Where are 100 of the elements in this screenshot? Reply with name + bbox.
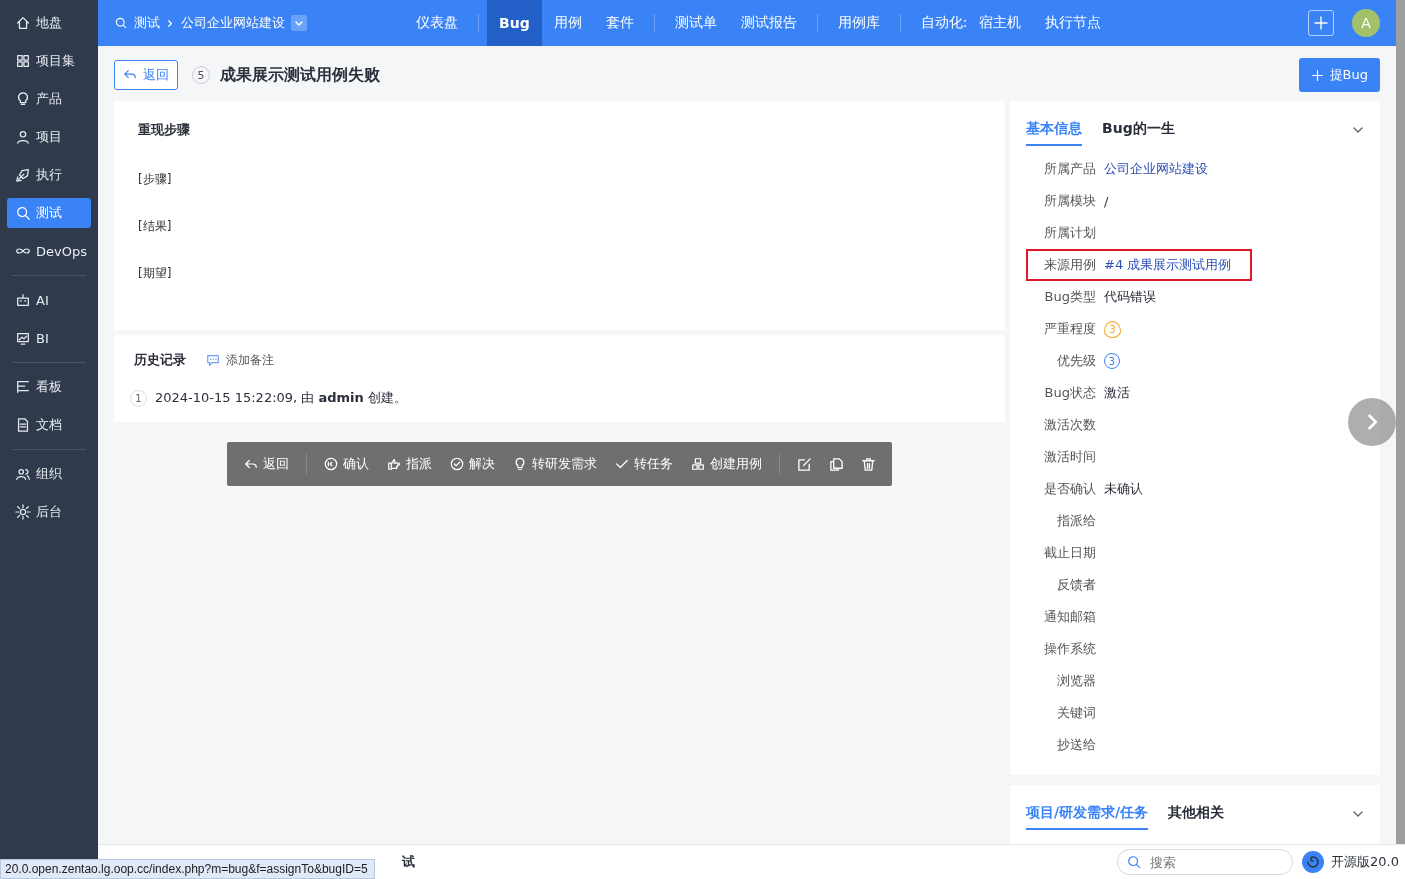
report-bug-button[interactable]: 提Bug bbox=[1298, 58, 1380, 92]
field-label: 来源用例 bbox=[1043, 256, 1096, 274]
nav-tab[interactable]: 用例库 bbox=[825, 0, 892, 46]
toolbar-button[interactable]: 返回 bbox=[237, 449, 296, 479]
nav-tab[interactable]: 仪表盘 bbox=[404, 0, 470, 46]
trash-icon bbox=[860, 456, 876, 472]
field-label: 所属模块 bbox=[1043, 192, 1096, 210]
home-icon bbox=[15, 15, 31, 31]
chart-icon bbox=[15, 330, 31, 346]
sidebar-item[interactable]: 地盘 bbox=[7, 8, 91, 38]
section-heading: 重现步骤 bbox=[138, 121, 191, 139]
nav-tab[interactable]: 用例 bbox=[541, 0, 594, 46]
field-label: 激活次数 bbox=[1043, 416, 1096, 434]
field-label: 截止日期 bbox=[1043, 544, 1096, 562]
panel-tab[interactable]: Bug的一生 bbox=[1102, 114, 1175, 146]
sidebar-item[interactable]: 后台 bbox=[7, 497, 91, 527]
panel-tab[interactable]: 其他相关 bbox=[1168, 798, 1225, 830]
edit-icon bbox=[796, 456, 812, 472]
step-label: [步骤] bbox=[138, 171, 173, 188]
field-label: 优先级 bbox=[1056, 352, 1096, 370]
toolbar-button[interactable]: 创建用例 bbox=[684, 449, 769, 479]
nav-tab[interactable]: 测试单 bbox=[662, 0, 729, 46]
plus-icon bbox=[1313, 15, 1329, 31]
sidebar-item[interactable]: 产品 bbox=[7, 84, 91, 114]
sidebar-item[interactable]: 看板 bbox=[7, 372, 91, 402]
field-label: 严重程度 bbox=[1043, 320, 1096, 338]
nav-tab[interactable]: 宿主机 bbox=[967, 0, 1034, 46]
field-label: 所属产品 bbox=[1043, 160, 1096, 178]
field-label: 浏览器 bbox=[1056, 672, 1096, 690]
field-link[interactable]: 公司企业网站建设 bbox=[1104, 160, 1208, 178]
back-button[interactable]: 返回 bbox=[114, 60, 178, 90]
field-label: 抄送给 bbox=[1056, 736, 1096, 754]
sidebar-item[interactable]: 测试 bbox=[7, 198, 91, 228]
field-value: 激活 bbox=[1104, 384, 1130, 402]
sidebar-item[interactable]: 项目 bbox=[7, 122, 91, 152]
gear-icon bbox=[15, 504, 31, 520]
search-icon bbox=[114, 16, 128, 30]
sidebar-item[interactable]: BI bbox=[7, 323, 91, 353]
search-icon bbox=[15, 205, 31, 221]
add-note-link[interactable]: 添加备注 bbox=[206, 351, 274, 369]
step-label: [期望] bbox=[138, 265, 173, 282]
panel-tab[interactable]: 项目/研发需求/任务 bbox=[1026, 798, 1149, 830]
field-value: / bbox=[1104, 193, 1109, 209]
sidebar-item[interactable]: 项目集 bbox=[7, 46, 91, 76]
field-label: 关键词 bbox=[1056, 704, 1096, 722]
sidebar-item[interactable]: DevOps bbox=[7, 236, 91, 266]
robot-icon bbox=[15, 292, 31, 308]
status-url-tooltip: 20.0.open.zentao.lg.oop.cc/index.php?m=bug&f=assignTo&bugID=5 bbox=[0, 859, 375, 879]
breadcrumb-link[interactable]: 测试 bbox=[134, 14, 160, 32]
field-label: 反馈者 bbox=[1056, 576, 1096, 594]
nav-label: 自动化: bbox=[919, 14, 968, 32]
field-value: 代码错误 bbox=[1104, 288, 1156, 306]
field-label: 操作系统 bbox=[1043, 640, 1096, 658]
field-label: 指派给 bbox=[1056, 512, 1096, 530]
field-label: 所属计划 bbox=[1043, 224, 1096, 242]
sidebar-item[interactable]: AI bbox=[7, 285, 91, 315]
person-icon bbox=[15, 129, 31, 145]
nav-tab[interactable]: Bug bbox=[487, 0, 542, 46]
history-entry: 2024-10-15 15:22:09, 由 admin 创建。 bbox=[155, 389, 407, 407]
nav-tab[interactable]: 测试报告 bbox=[728, 0, 809, 46]
step-label: [结果] bbox=[138, 218, 173, 235]
field-value: 未确认 bbox=[1104, 480, 1143, 498]
pointing-hand-icon bbox=[387, 457, 401, 471]
field-label: 通知邮箱 bbox=[1043, 608, 1096, 626]
toolbar-button[interactable]: 解决 bbox=[443, 449, 502, 479]
sidebar-item[interactable]: 文档 bbox=[7, 410, 91, 440]
plus-icon bbox=[1310, 68, 1324, 82]
comment-icon bbox=[206, 353, 220, 367]
nav-tab[interactable]: 套件 bbox=[593, 0, 646, 46]
search-icon bbox=[1127, 855, 1142, 869]
grid-icon bbox=[691, 457, 705, 471]
breadcrumb-item[interactable]: 试 bbox=[402, 853, 415, 871]
add-button[interactable] bbox=[1308, 10, 1334, 36]
board-icon bbox=[15, 379, 31, 395]
toolbar-button[interactable]: 指派 bbox=[380, 449, 439, 479]
sidebar-item[interactable]: 组织 bbox=[7, 459, 91, 489]
scrollbar[interactable] bbox=[1396, 0, 1405, 844]
chevron-right-icon bbox=[166, 18, 175, 28]
field-label: 是否确认 bbox=[1043, 480, 1096, 498]
sidebar-item[interactable]: 执行 bbox=[7, 160, 91, 190]
dropdown-button[interactable] bbox=[291, 15, 307, 31]
field-label: 激活时间 bbox=[1043, 448, 1096, 466]
field-label: Bug状态 bbox=[1043, 384, 1096, 402]
field-link[interactable]: #4 成果展示测试用例 bbox=[1104, 256, 1232, 274]
back-icon bbox=[244, 457, 258, 471]
nav-tab[interactable]: 执行节点 bbox=[1033, 0, 1114, 46]
panel-tab[interactable]: 基本信息 bbox=[1026, 114, 1082, 146]
toolbar-button[interactable]: 转研发需求 bbox=[506, 449, 604, 479]
search-field[interactable]: 搜索 bbox=[1117, 849, 1294, 875]
toolbar-button[interactable]: 转任务 bbox=[608, 449, 680, 479]
lightbulb-icon bbox=[513, 457, 527, 471]
next-button[interactable] bbox=[1348, 398, 1396, 446]
copy-icon bbox=[828, 456, 844, 472]
breadcrumb-link[interactable]: 公司企业网站建设 bbox=[181, 14, 285, 32]
field-label: Bug类型 bbox=[1043, 288, 1096, 306]
people-icon bbox=[15, 466, 31, 482]
version-label: 开源版20.0 bbox=[1331, 853, 1399, 871]
swirl-logo-icon bbox=[1301, 850, 1326, 874]
lightbulb-icon bbox=[15, 91, 31, 107]
toolbar-button[interactable]: 确认 bbox=[317, 449, 376, 479]
